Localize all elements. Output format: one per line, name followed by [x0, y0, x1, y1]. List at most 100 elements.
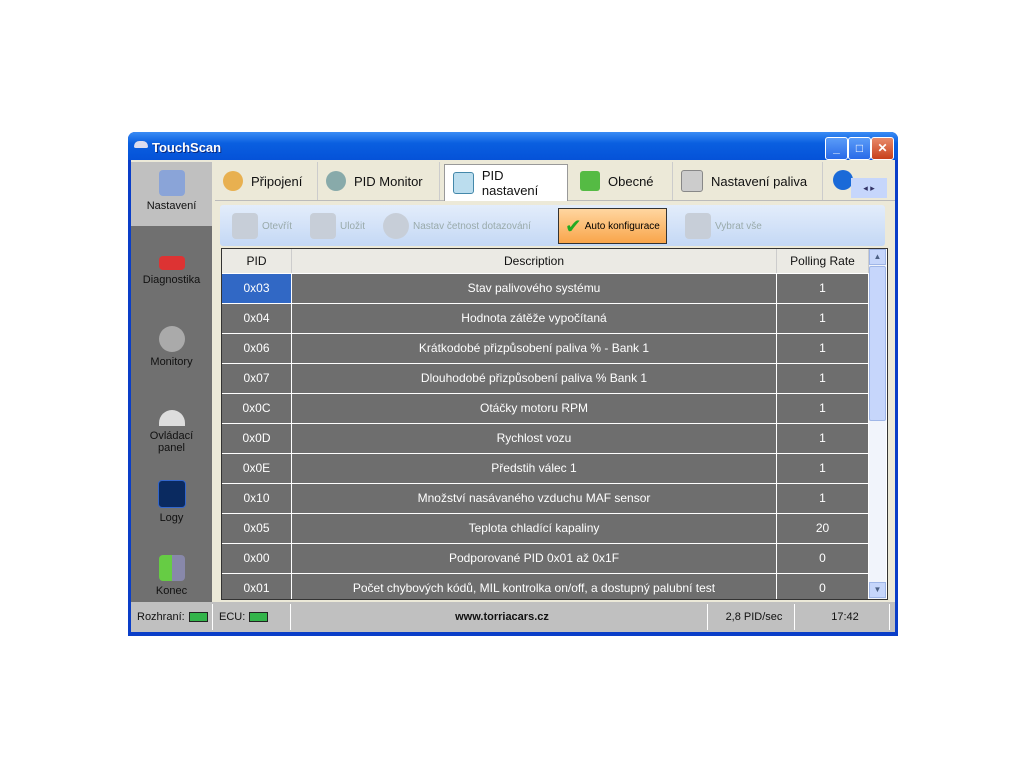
- description-cell[interactable]: Počet chybových kódů, MIL kontrolka on/o…: [292, 574, 777, 599]
- polling-rate-cell[interactable]: 1: [777, 364, 869, 394]
- description-cell[interactable]: Hodnota zátěže vypočítaná: [292, 304, 777, 334]
- pid-cell[interactable]: 0x10: [222, 484, 292, 514]
- table-row[interactable]: 0x07 Dlouhodobé přizpůsobení paliva % Ban…: [222, 364, 869, 394]
- description-cell[interactable]: Předstih válec 1: [292, 454, 777, 484]
- toolbar: Otevřít Uložit Nastav četnost dotazování…: [220, 205, 885, 246]
- tab-obecne[interactable]: Obecné: [572, 162, 673, 200]
- pid-cell[interactable]: 0x03: [222, 274, 292, 304]
- polling-rate-cell[interactable]: 0: [777, 544, 869, 574]
- pid-cell[interactable]: 0x0C: [222, 394, 292, 424]
- sidebar-item-monitory[interactable]: Monitory: [131, 326, 212, 368]
- sidebar-item-diagnostika[interactable]: Diagnostika: [131, 248, 212, 286]
- description-cell[interactable]: Krátkodobé přizpůsobení paliva % - Bank …: [292, 334, 777, 364]
- description-cell[interactable]: Rychlost vozu: [292, 424, 777, 454]
- polling-rate-cell[interactable]: 1: [777, 454, 869, 484]
- tab-scroll-arrows[interactable]: ◂ ▸: [851, 178, 887, 198]
- sidebar-label: Monitory: [150, 356, 193, 368]
- polling-rate-cell[interactable]: 1: [777, 394, 869, 424]
- app-icon: [134, 141, 148, 148]
- website-link[interactable]: www.torriacars.cz: [291, 604, 708, 630]
- description-cell[interactable]: Teplota chladící kapaliny: [292, 514, 777, 544]
- tab-pid-monitor[interactable]: PID Monitor: [318, 162, 440, 200]
- polling-rate-cell[interactable]: 0: [777, 574, 869, 599]
- maximize-button[interactable]: □: [848, 137, 871, 160]
- description-cell[interactable]: Stav palivového systému: [292, 274, 777, 304]
- pid-table: PID Description Polling Rate 0x03 Stav pa…: [221, 248, 888, 600]
- sidebar-item-logy[interactable]: Logy: [131, 480, 212, 524]
- pid-cell[interactable]: 0x04: [222, 304, 292, 334]
- tab-nastaveni-paliva[interactable]: Nastavení paliva: [673, 162, 823, 200]
- scroll-up-button[interactable]: ▲: [869, 249, 886, 265]
- table-row[interactable]: 0x0C Otáčky motoru RPM 1: [222, 394, 869, 424]
- clock: 17:42: [795, 604, 890, 630]
- description-cell[interactable]: Množství nasávaného vzduchu MAF sensor: [292, 484, 777, 514]
- sidebar-label: Ovládací panel: [149, 430, 194, 454]
- auto-config-button[interactable]: ✔ Auto konfigurace: [558, 208, 667, 244]
- floppy-icon: [310, 213, 336, 239]
- window-title: TouchScan: [152, 140, 222, 155]
- polling-rate-cell[interactable]: 1: [777, 424, 869, 454]
- tab-pripojeni[interactable]: Připojení: [215, 162, 318, 200]
- pid-cell[interactable]: 0x05: [222, 514, 292, 544]
- polling-rate-cell[interactable]: 1: [777, 274, 869, 304]
- open-button[interactable]: Otevřít: [232, 210, 292, 242]
- description-cell[interactable]: Dlouhodobé přizpůsobení paliva % Bank 1: [292, 364, 777, 394]
- sidebar-item-konec[interactable]: Konec: [131, 555, 212, 597]
- pid-monitor-icon: [326, 171, 346, 191]
- tab-label: PID nastavení: [481, 168, 539, 198]
- table-row[interactable]: 0x05 Teplota chladící kapaliny 20: [222, 514, 869, 544]
- description-cell[interactable]: Otáčky motoru RPM: [292, 394, 777, 424]
- auto-label: Auto konfigurace: [584, 220, 660, 232]
- checklist-icon: [158, 170, 185, 196]
- app-window: TouchScan _ □ ✕ Nastavení Diagnostika Mo…: [128, 132, 898, 636]
- polling-rate-cell[interactable]: 1: [777, 304, 869, 334]
- tab-label: Nastavení paliva: [711, 173, 808, 189]
- pid-cell[interactable]: 0x01: [222, 574, 292, 599]
- header-pid[interactable]: PID: [222, 249, 292, 273]
- polling-rate-cell[interactable]: 1: [777, 334, 869, 364]
- pid-cell[interactable]: 0x06: [222, 334, 292, 364]
- table-row[interactable]: 0x03 Stav palivového systému 1: [222, 274, 869, 304]
- car-icon: [158, 256, 185, 270]
- check-icon: [580, 171, 600, 191]
- sidebar-item-ovladaci-panel[interactable]: Ovládací panel: [131, 404, 212, 454]
- pid-rate: 2,8 PID/sec: [708, 604, 795, 630]
- table-row[interactable]: 0x04 Hodnota zátěže vypočítaná 1: [222, 304, 869, 334]
- vertical-scrollbar[interactable]: ▲ ▼: [869, 249, 886, 599]
- pid-cell[interactable]: 0x07: [222, 364, 292, 394]
- pid-cell[interactable]: 0x0E: [222, 454, 292, 484]
- scroll-down-button[interactable]: ▼: [869, 582, 886, 598]
- description-cell[interactable]: Podporované PID 0x01 až 0x1F: [292, 544, 777, 574]
- table-row[interactable]: 0x0D Rychlost vozu 1: [222, 424, 869, 454]
- status-bar: Rozhraní: ECU: www.torriacars.cz 2,8 PID…: [131, 602, 895, 632]
- info-icon[interactable]: [833, 170, 853, 190]
- tab-pid-nastaveni[interactable]: PID nastavení: [444, 164, 568, 201]
- minimize-button[interactable]: _: [825, 137, 848, 160]
- interface-status: Rozhraní:: [131, 604, 213, 630]
- pid-cell[interactable]: 0x00: [222, 544, 292, 574]
- tab-bar: Připojení PID Monitor PID nastavení Obec…: [215, 162, 895, 201]
- polling-rate-cell[interactable]: 20: [777, 514, 869, 544]
- table-row[interactable]: 0x0E Předstih válec 11: [222, 454, 869, 484]
- table-row[interactable]: 0x00 Podporované PID 0x01 až 0x1F 0: [222, 544, 869, 574]
- sidebar-item-nastaveni[interactable]: Nastavení: [131, 162, 212, 226]
- select-all-button[interactable]: Vybrat vše: [685, 210, 762, 242]
- pid-cell[interactable]: 0x0D: [222, 424, 292, 454]
- select-all-label: Vybrat vše: [715, 220, 762, 232]
- select-all-icon: [685, 213, 711, 239]
- table-row[interactable]: 0x06 Krátkodobé přizpůsobení paliva % - B…: [222, 334, 869, 364]
- sidebar-label: Logy: [159, 512, 184, 524]
- set-polling-rate-button[interactable]: Nastav četnost dotazování: [383, 210, 531, 242]
- header-polling-rate[interactable]: Polling Rate: [777, 249, 869, 273]
- table-row[interactable]: 0x10 Množství nasávaného vzduchu MAF sens…: [222, 484, 869, 514]
- interface-led: [188, 612, 208, 623]
- sidebar: Nastavení Diagnostika Monitory Ovládací …: [131, 162, 212, 602]
- polling-rate-cell[interactable]: 1: [777, 484, 869, 514]
- header-description[interactable]: Description: [292, 249, 777, 273]
- close-button[interactable]: ✕: [871, 137, 894, 160]
- table-row[interactable]: 0x01 Počet chybových kódů, MIL kontrolka …: [222, 574, 869, 599]
- save-button[interactable]: Uložit: [310, 210, 365, 242]
- open-label: Otevřít: [262, 220, 293, 232]
- sidebar-label: Nastavení: [146, 200, 197, 212]
- scroll-thumb[interactable]: [869, 266, 886, 421]
